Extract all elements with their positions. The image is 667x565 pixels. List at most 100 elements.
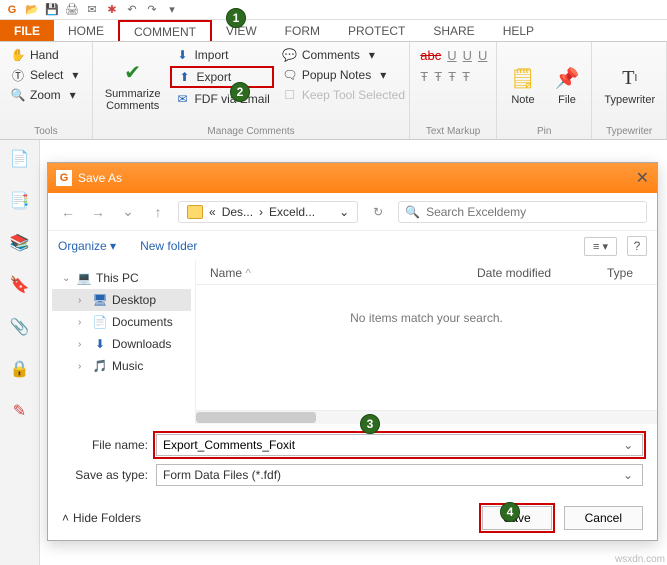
forward-button[interactable]: → bbox=[88, 204, 108, 220]
col-type[interactable]: Type bbox=[607, 266, 657, 280]
tab-comment[interactable]: COMMENT bbox=[118, 20, 212, 41]
tab-home[interactable]: HOME bbox=[54, 20, 118, 41]
file-attach-button[interactable]: 📌 File bbox=[547, 46, 587, 124]
undo-icon[interactable]: ↶ bbox=[124, 2, 140, 18]
tab-protect[interactable]: PROTECT bbox=[334, 20, 419, 41]
group-label: Typewriter bbox=[598, 124, 660, 137]
ribbon: ✋Hand ⓉSelect▾ 🔍Zoom▾ Tools ✔ Summarize … bbox=[0, 42, 667, 140]
organize-dropdown[interactable]: Organize ▾ bbox=[58, 239, 116, 253]
sidebar-security-icon[interactable]: 🔒 bbox=[9, 358, 31, 380]
chevron-down-icon[interactable]: ⌄ bbox=[621, 438, 636, 452]
callout-badge-1: 1 bbox=[226, 8, 246, 28]
sidebar-pages-icon[interactable]: 📑 bbox=[9, 190, 31, 212]
hide-folders-toggle[interactable]: ˄Hide Folders bbox=[62, 511, 141, 525]
text-markup-row1[interactable]: abcUUU bbox=[416, 46, 491, 65]
pin-file-icon: 📌 bbox=[553, 64, 581, 92]
sidebar-attachment-icon[interactable]: 📎 bbox=[9, 316, 31, 338]
import-label: Import bbox=[194, 48, 228, 62]
tab-file[interactable]: FILE bbox=[0, 20, 54, 41]
filename-row: File name: ⌄ bbox=[62, 434, 643, 456]
zoom-icon: 🔍 bbox=[10, 88, 26, 102]
import-button[interactable]: ⬇Import bbox=[170, 46, 273, 64]
group-pin: 🗒Note 📌File Pin bbox=[497, 42, 592, 139]
saveastype-label: Save as type: bbox=[62, 468, 148, 482]
chevron-down-icon[interactable]: ⌄ bbox=[620, 468, 636, 482]
crumb-sep: « bbox=[209, 205, 216, 219]
saveastype-row: Save as type: Form Data Files (*.fdf) ⌄ bbox=[62, 464, 643, 486]
search-box[interactable]: 🔍 bbox=[398, 201, 647, 223]
scroll-thumb[interactable] bbox=[196, 412, 316, 423]
search-input[interactable] bbox=[426, 205, 640, 219]
horizontal-scrollbar[interactable] bbox=[196, 410, 657, 424]
note-button[interactable]: 🗒Note bbox=[503, 46, 543, 124]
tree-downloads[interactable]: ›⬇Downloads bbox=[52, 333, 191, 355]
col-name[interactable]: Name ^ bbox=[196, 266, 477, 280]
tree-label: Desktop bbox=[112, 293, 156, 307]
chevron-down-icon[interactable]: ⌄ bbox=[118, 203, 138, 220]
tree-desktop[interactable]: ›🖥Desktop bbox=[52, 289, 191, 311]
summarize-label: Summarize Comments bbox=[105, 88, 161, 112]
sidebar-layers-icon[interactable]: 📚 bbox=[9, 232, 31, 254]
file-label: File bbox=[558, 94, 576, 106]
keep-label: Keep Tool Selected bbox=[302, 88, 405, 102]
back-button[interactable]: ← bbox=[58, 204, 78, 220]
chevron-down-icon[interactable]: ⌄ bbox=[339, 205, 349, 219]
sidebar-page-icon[interactable]: 📄 bbox=[9, 148, 31, 170]
breadcrumb[interactable]: « Des... › Exceld... ⌄ bbox=[178, 201, 358, 223]
chevron-up-icon: ˄ bbox=[62, 511, 69, 525]
cancel-button[interactable]: Cancel bbox=[564, 506, 643, 530]
documents-icon: 📄 bbox=[92, 315, 108, 329]
summarize-comments-button[interactable]: ✔ Summarize Comments bbox=[99, 46, 167, 124]
sidebar-bookmark-icon[interactable]: 🔖 bbox=[9, 274, 31, 296]
chevron-down-icon: ▾ bbox=[375, 68, 391, 82]
crumb-1: Des... bbox=[222, 205, 253, 219]
filename-label: File name: bbox=[62, 438, 148, 452]
tree-label: Music bbox=[112, 359, 143, 373]
print-icon[interactable]: 🖨 bbox=[64, 2, 80, 18]
dialog-buttons: ˄Hide Folders Save Cancel bbox=[48, 500, 657, 540]
new-folder-button[interactable]: New folder bbox=[140, 239, 197, 253]
tree-music[interactable]: ›🎵Music bbox=[52, 355, 191, 377]
chevron-down-icon: ⌄ bbox=[62, 273, 72, 284]
new-icon[interactable]: ✱ bbox=[104, 2, 120, 18]
saveastype-field[interactable]: Form Data Files (*.fdf) ⌄ bbox=[156, 464, 643, 486]
keep-tool-checkbox[interactable]: ☐ Keep Tool Selected bbox=[278, 86, 409, 104]
popup-notes-dropdown[interactable]: 🗨Popup Notes▾ bbox=[278, 66, 409, 84]
tab-share[interactable]: SHARE bbox=[419, 20, 488, 41]
select-label: Select bbox=[30, 68, 63, 82]
text-markup-row2[interactable]: ŦŦŦŦ bbox=[416, 67, 491, 86]
dialog-nav: ← → ⌄ ↑ « Des... › Exceld... ⌄ ↻ 🔍 bbox=[48, 193, 657, 231]
tab-help[interactable]: HELP bbox=[489, 20, 548, 41]
hand-label: Hand bbox=[30, 48, 59, 62]
popup-icon: 🗨 bbox=[282, 68, 298, 82]
hand-tool[interactable]: ✋Hand bbox=[6, 46, 87, 64]
up-button[interactable]: ↑ bbox=[148, 204, 168, 220]
sidebar-sign-icon[interactable]: ✎ bbox=[9, 400, 31, 422]
tree-this-pc[interactable]: ⌄💻This PC bbox=[52, 267, 191, 289]
mail-icon[interactable]: ✉ bbox=[84, 2, 100, 18]
open-icon[interactable]: 📂 bbox=[24, 2, 40, 18]
tab-form[interactable]: FORM bbox=[271, 20, 334, 41]
close-icon[interactable]: ✕ bbox=[636, 168, 649, 188]
filename-input[interactable] bbox=[163, 438, 621, 452]
filename-field[interactable]: ⌄ bbox=[156, 434, 643, 456]
group-tools: ✋Hand ⓉSelect▾ 🔍Zoom▾ Tools bbox=[0, 42, 93, 139]
checkbox-icon: ☐ bbox=[282, 88, 298, 102]
view-mode-button[interactable]: ≡ ▾ bbox=[584, 237, 617, 256]
typewriter-button[interactable]: TITypewriter bbox=[598, 46, 661, 124]
select-tool[interactable]: ⓉSelect▾ bbox=[6, 66, 87, 84]
redo-icon[interactable]: ↷ bbox=[144, 2, 160, 18]
col-date[interactable]: Date modified bbox=[477, 266, 607, 280]
save-icon[interactable]: 💾 bbox=[44, 2, 60, 18]
qat-more-icon[interactable]: ▾ bbox=[164, 2, 180, 18]
refresh-button[interactable]: ↻ bbox=[368, 205, 388, 219]
search-icon: 🔍 bbox=[405, 205, 420, 219]
fdf-email-button[interactable]: ✉FDF via Email bbox=[170, 90, 273, 108]
zoom-tool[interactable]: 🔍Zoom▾ bbox=[6, 86, 87, 104]
callout-badge-3: 3 bbox=[360, 414, 380, 434]
comments-dropdown[interactable]: 💬Comments▾ bbox=[278, 46, 409, 64]
tree-documents[interactable]: ›📄Documents bbox=[52, 311, 191, 333]
help-button[interactable]: ? bbox=[627, 236, 647, 256]
typewriter-label: Typewriter bbox=[604, 94, 655, 106]
export-button[interactable]: ⬆Export bbox=[170, 66, 273, 88]
